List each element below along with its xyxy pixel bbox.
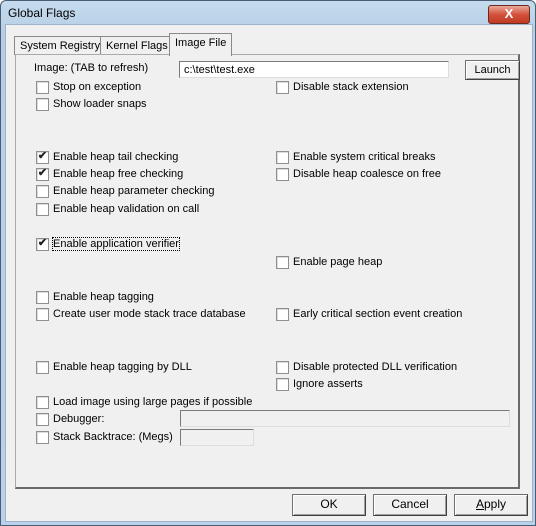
checkbox-label: Enable heap free checking	[53, 168, 184, 180]
checkbox-label: Load image using large pages if possible	[53, 396, 253, 408]
checkbox-label: Enable heap tail checking	[53, 151, 179, 163]
checkbox-box[interactable]	[36, 98, 49, 111]
checkbox-label: Stop on exception	[53, 81, 142, 93]
check-icon: ✔	[37, 167, 48, 179]
checkbox-box[interactable]: ✔	[36, 237, 49, 251]
launch-button[interactable]: Launch	[465, 60, 520, 80]
check-icon: ✔	[37, 150, 48, 162]
checkbox-label: Enable heap tagging by DLL	[53, 361, 192, 373]
apply-button[interactable]: Apply	[454, 494, 528, 516]
check-icon: ✔	[37, 237, 48, 249]
stack-backtrace-input[interactable]	[180, 429, 254, 446]
checkbox-box[interactable]: ✔	[36, 167, 49, 181]
checkbox-label: Ignore asserts	[293, 378, 363, 390]
checkbox-label: Enable heap tagging	[53, 291, 154, 303]
image-file-panel: Image: (TAB to refresh) c:\test\test.exe…	[15, 54, 520, 489]
tab-kernel-flags[interactable]: Kernel Flags	[100, 36, 174, 55]
checkbox-box[interactable]	[276, 256, 289, 269]
dialog-client: System Registry Kernel Flags Image File …	[5, 24, 533, 522]
global-flags-window: Global Flags X System Registry Kernel Fl…	[0, 0, 536, 526]
checkbox-label: Enable heap validation on call	[53, 203, 200, 215]
checkbox-label: Enable application verifier	[52, 237, 180, 251]
checkbox-label: Enable heap parameter checking	[53, 185, 215, 197]
checkbox-label: Early critical section event creation	[293, 308, 463, 320]
checkbox-box[interactable]	[276, 378, 289, 391]
apply-mnemonic: A	[475, 497, 484, 511]
checkbox-label: Stack Backtrace: (Megs)	[53, 431, 173, 443]
checkbox-box[interactable]	[276, 151, 289, 164]
close-icon: X	[504, 6, 514, 21]
checkbox-label: Disable protected DLL verification	[293, 361, 458, 373]
checkbox-box[interactable]	[36, 308, 49, 321]
checkbox-box[interactable]	[36, 185, 49, 198]
checkbox-box[interactable]	[36, 396, 49, 409]
checkbox-label: Create user mode stack trace database	[53, 308, 246, 320]
checkbox-box[interactable]	[276, 81, 289, 94]
checkbox-label: Enable page heap	[293, 256, 383, 268]
checkbox-box[interactable]: ✔	[36, 150, 49, 164]
debugger-input[interactable]	[180, 410, 510, 427]
checkbox-box[interactable]	[36, 203, 49, 216]
tab-system-registry[interactable]: System Registry	[14, 36, 107, 55]
apply-label-rest: pply	[484, 497, 507, 511]
title-bar[interactable]: Global Flags X	[1, 1, 535, 24]
cancel-button[interactable]: Cancel	[373, 494, 447, 516]
checkbox-box[interactable]	[276, 361, 289, 374]
checkbox-box[interactable]	[36, 81, 49, 94]
checkbox-box[interactable]	[36, 291, 49, 304]
ok-button[interactable]: OK	[292, 494, 366, 516]
checkbox-label: Debugger:	[53, 413, 105, 425]
checkbox-box[interactable]	[276, 308, 289, 321]
checkbox-label: Disable stack extension	[293, 81, 409, 93]
tab-image-file[interactable]: Image File	[169, 33, 233, 56]
checkbox-box[interactable]	[36, 431, 49, 444]
image-input[interactable]: c:\test\test.exe	[179, 61, 449, 78]
checkbox-box[interactable]	[36, 361, 49, 374]
checkbox-label: Disable heap coalesce on free	[293, 168, 441, 180]
checkbox-label: Enable system critical breaks	[293, 151, 436, 163]
checkbox-box[interactable]	[276, 168, 289, 181]
checkbox-box[interactable]	[36, 413, 49, 426]
window-title: Global Flags	[8, 6, 76, 20]
close-button[interactable]: X	[488, 5, 530, 24]
checkbox-label: Show loader snaps	[53, 98, 147, 110]
image-label: Image: (TAB to refresh)	[34, 62, 149, 74]
